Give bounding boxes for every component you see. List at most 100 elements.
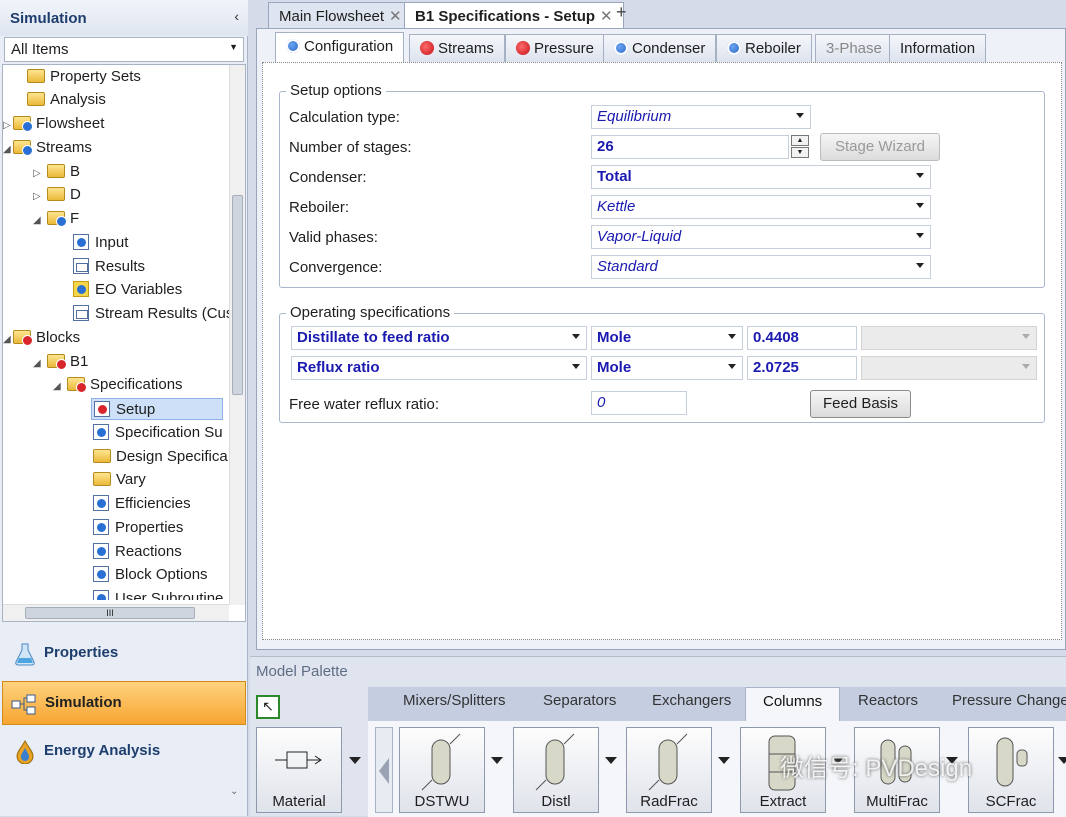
condenser-dropdown[interactable]: Total	[591, 165, 931, 189]
palette-tab-columns[interactable]: Columns	[745, 687, 841, 721]
tree-item-vary[interactable]: Vary	[93, 469, 146, 491]
dropdown-arrow-icon[interactable]	[491, 757, 503, 764]
collapse-arrow-icon[interactable]: ◢	[33, 210, 47, 232]
close-icon[interactable]: ✕	[600, 8, 613, 25]
setup-options-group: Setup options Calculation type: Equilibr…	[279, 82, 1045, 288]
tree-item-stream-results[interactable]: Stream Results (Cus	[73, 303, 233, 325]
column-icon	[535, 733, 575, 791]
expand-arrow-icon[interactable]: ▷	[33, 163, 47, 185]
spec1-type-dropdown[interactable]: Distillate to feed ratio	[291, 326, 587, 350]
model-material-stream[interactable]: Material	[256, 727, 342, 813]
dropdown-arrow-icon	[916, 263, 924, 268]
tree-item-reactions[interactable]: Reactions	[93, 541, 182, 563]
folder-icon	[27, 92, 45, 106]
feed-basis-button[interactable]: Feed Basis	[810, 390, 911, 418]
nav-section-energy-analysis[interactable]: Energy Analysis	[2, 730, 246, 774]
tree-item-specifications[interactable]: ◢ Specifications	[53, 374, 183, 396]
tree-item-input[interactable]: Input	[73, 232, 128, 254]
document-tab-bar: Main Flowsheet ✕ B1 Specifications - Setu…	[252, 0, 1066, 28]
tab-3-phase[interactable]: 3-Phase	[815, 34, 893, 62]
tree-item-b1[interactable]: ◢ B1	[33, 351, 88, 373]
model-dstwu[interactable]: DSTWU	[399, 727, 485, 813]
status-incomplete-icon	[516, 41, 530, 55]
nav-section-simulation[interactable]: Simulation	[2, 681, 246, 725]
expand-arrow-icon[interactable]: ▷	[33, 186, 47, 208]
stage-wizard-button[interactable]: Stage Wizard	[820, 133, 940, 161]
spin-down-icon[interactable]: ▼	[791, 147, 809, 158]
tree-item-stream-f[interactable]: ◢ F	[33, 208, 79, 230]
tree-item-user-subroutines[interactable]: User Subroutine	[93, 588, 223, 600]
tab-pressure[interactable]: Pressure	[505, 34, 606, 62]
palette-tab-exchangers[interactable]: Exchangers	[652, 692, 731, 709]
nav-filter-dropdown[interactable]: All Items ▼	[4, 37, 244, 62]
new-tab-plus-icon[interactable]: +	[616, 2, 627, 23]
nav-section-properties[interactable]: Properties	[2, 632, 246, 676]
spec2-basis-dropdown[interactable]: Mole	[591, 356, 743, 380]
tree-item-block-options[interactable]: Block Options	[93, 564, 208, 586]
spec2-type-dropdown[interactable]: Reflux ratio	[291, 356, 587, 380]
scroll-thumb[interactable]	[232, 195, 243, 395]
collapse-arrow-icon[interactable]: ◢	[53, 376, 67, 398]
tree-item-eo-variables[interactable]: EO Variables	[73, 279, 182, 301]
spin-up-icon[interactable]: ▲	[791, 135, 809, 146]
convergence-dropdown[interactable]: Standard	[591, 255, 931, 279]
reboiler-dropdown[interactable]: Kettle	[591, 195, 931, 219]
dropdown-arrow-icon[interactable]	[605, 757, 617, 764]
model-distl[interactable]: Distl	[513, 727, 599, 813]
model-radfrac[interactable]: RadFrac	[626, 727, 712, 813]
nav-title: Simulation	[0, 0, 248, 36]
calc-type-dropdown[interactable]: Equilibrium	[591, 105, 811, 129]
palette-tab-mixers-splitters[interactable]: Mixers/Splitters	[403, 692, 506, 709]
tree-item-flowsheet[interactable]: ▷ Flowsheet	[3, 113, 104, 135]
tab-reboiler[interactable]: Reboiler	[716, 34, 812, 62]
spec1-value-input[interactable]: 0.4408	[747, 326, 857, 350]
tab-condenser[interactable]: Condenser	[603, 34, 717, 62]
free-water-input[interactable]: 0	[591, 391, 687, 415]
dropdown-arrow-icon	[572, 334, 580, 339]
tree-item-streams[interactable]: ◢ Streams	[3, 137, 92, 159]
nav-more-chevron-icon[interactable]: ⌄	[230, 786, 238, 797]
palette-tab-reactors[interactable]: Reactors	[858, 692, 918, 709]
tree-item-efficiencies[interactable]: Efficiencies	[93, 493, 191, 515]
tab-information[interactable]: Information	[889, 34, 987, 62]
collapse-chevron-icon[interactable]: ‹	[234, 8, 239, 24]
tree-item-properties[interactable]: Properties	[93, 517, 183, 539]
palette-tab-separators[interactable]: Separators	[543, 692, 616, 709]
dropdown-arrow-icon[interactable]	[1058, 757, 1066, 764]
spec2-value-input[interactable]: 2.0725	[747, 356, 857, 380]
stages-input[interactable]: 26	[591, 135, 789, 159]
collapse-arrow-icon[interactable]: ◢	[33, 353, 47, 375]
tree-item-property-sets[interactable]: Property Sets	[13, 66, 141, 88]
dropdown-arrow-icon[interactable]	[349, 757, 361, 764]
status-complete-icon	[286, 39, 300, 53]
tree-item-analysis[interactable]: Analysis	[13, 89, 106, 111]
configuration-form: Setup options Calculation type: Equilibr…	[262, 62, 1062, 640]
tab-main-flowsheet[interactable]: Main Flowsheet ✕	[268, 2, 413, 28]
scroll-thumb[interactable]: III	[25, 607, 195, 619]
palette-scroll-left-button[interactable]	[375, 727, 393, 813]
tree-horizontal-scrollbar[interactable]: III	[3, 604, 229, 621]
pointer-tool-icon[interactable]: ↖	[256, 695, 280, 719]
tree-item-stream-b[interactable]: ▷ B	[33, 161, 80, 183]
dropdown-arrow-icon[interactable]	[718, 757, 730, 764]
tree-item-blocks[interactable]: ◢ Blocks	[3, 327, 80, 349]
tab-configuration[interactable]: Configuration	[275, 32, 405, 63]
tree-item-specification-summary[interactable]: Specification Su	[93, 422, 223, 444]
valid-phases-dropdown[interactable]: Vapor-Liquid	[591, 225, 931, 249]
tab-streams[interactable]: Streams	[409, 34, 505, 62]
tree-item-results[interactable]: Results	[73, 256, 145, 278]
spec1-basis-dropdown[interactable]: Mole	[591, 326, 743, 350]
tree-vertical-scrollbar[interactable]	[229, 65, 245, 605]
folder-error-icon	[13, 330, 33, 346]
close-icon[interactable]: ✕	[389, 8, 402, 25]
tree-item-setup[interactable]: Setup	[91, 398, 223, 420]
palette-tab-pressure-changers[interactable]: Pressure Changer	[952, 692, 1066, 709]
eo-check-icon	[73, 281, 89, 297]
tree-item-design-specifications[interactable]: Design Specifica	[93, 446, 228, 468]
stages-spinner[interactable]: ▲ ▼	[791, 135, 809, 159]
watermark: 微信号: PVDesign	[780, 755, 973, 782]
tab-b1-specifications-setup[interactable]: B1 Specifications - Setup ✕	[404, 2, 624, 28]
tree-item-stream-d[interactable]: ▷ D	[33, 184, 81, 206]
model-scfrac[interactable]: SCFrac	[968, 727, 1054, 813]
folder-check-icon	[47, 211, 67, 227]
